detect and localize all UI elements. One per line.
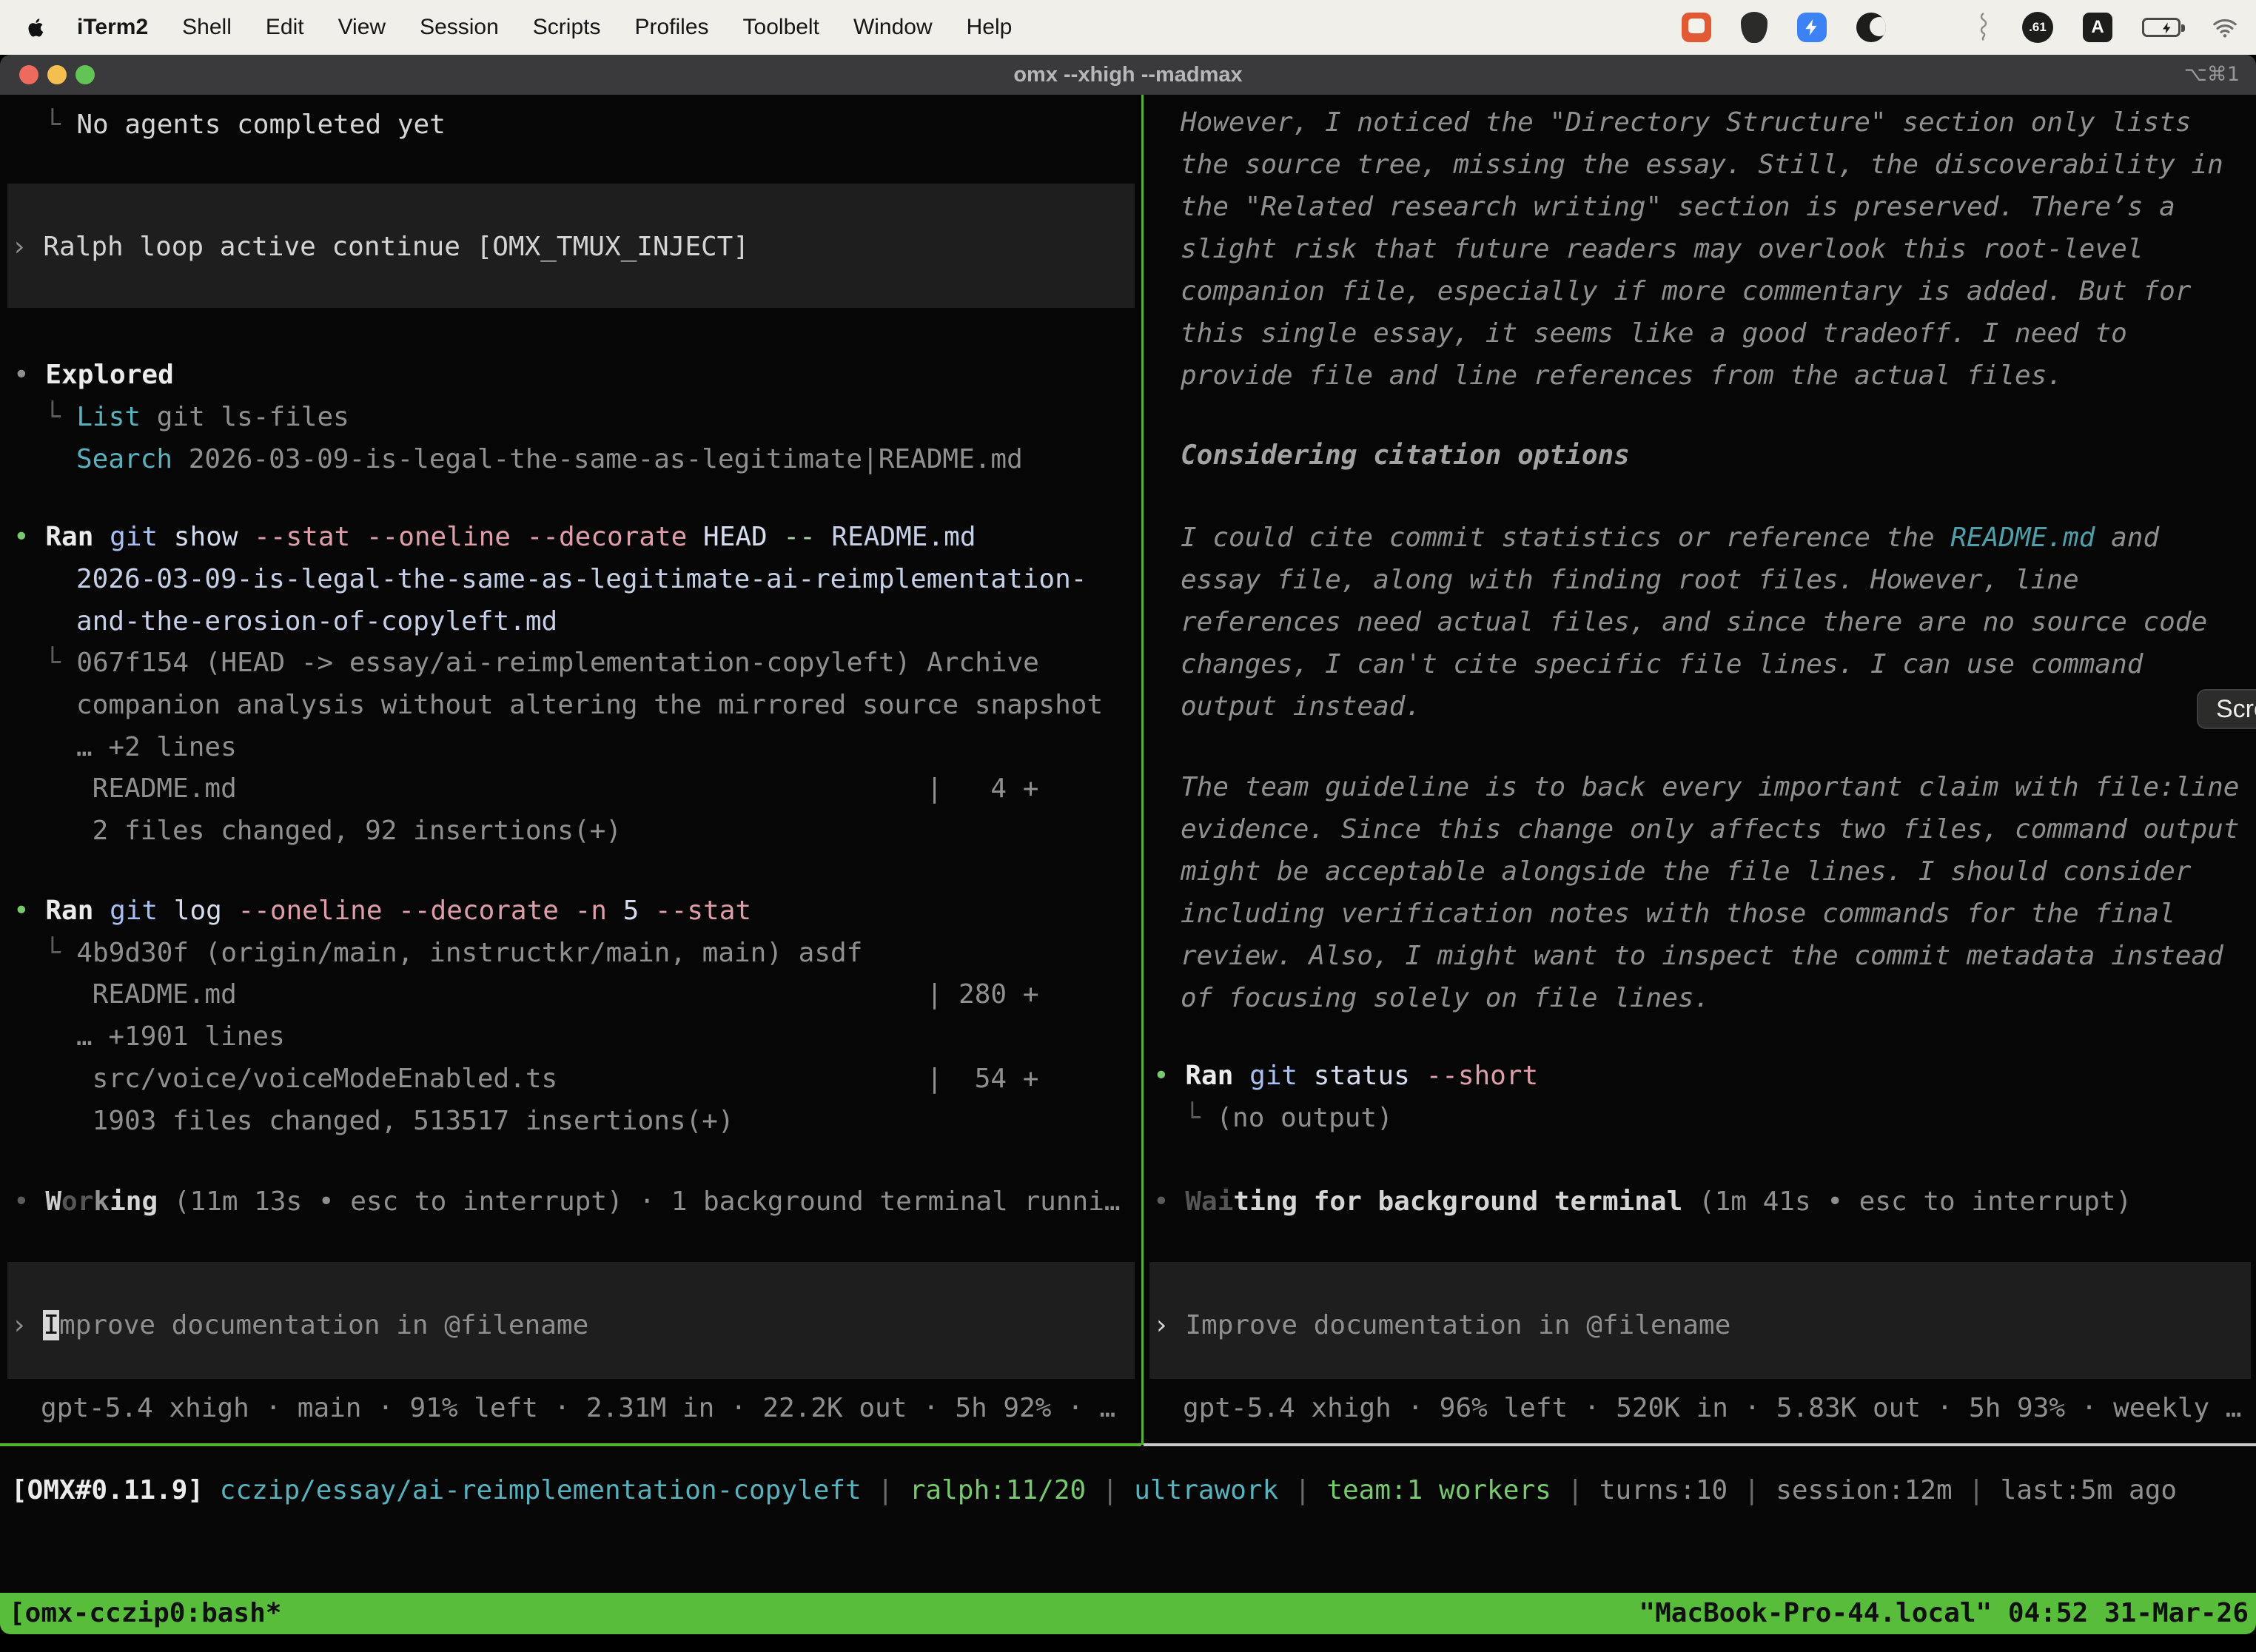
dots-grid-icon[interactable] xyxy=(1916,13,1944,41)
terminal-line: src/voice/voiceModeEnabled.ts | 54 + xyxy=(76,1058,1038,1100)
terminal-line: provide file and line references from th… xyxy=(1181,355,2063,397)
menu-help[interactable]: Help xyxy=(967,15,1013,40)
left-pane-border xyxy=(0,1443,1141,1446)
terminal-line: … +1901 lines xyxy=(76,1015,285,1058)
menu-view[interactable]: View xyxy=(338,15,386,40)
left-prompt-text[interactable]: › Improve documentation in @filename xyxy=(11,1304,588,1346)
terminal-line: 1903 files changed, 513517 insertions(+) xyxy=(76,1100,734,1142)
terminal-line: the "Related research writing" section i… xyxy=(1181,186,2175,228)
terminal-line: essay file, along with finding root file… xyxy=(1181,559,2079,601)
battery-icon[interactable] xyxy=(2142,18,2181,37)
terminal-line: and-the-erosion-of-copyleft.md xyxy=(76,600,557,642)
terminal-line: … +2 lines xyxy=(76,726,237,768)
input-source-icon[interactable]: A xyxy=(2083,13,2112,42)
terminal-line: 2026-03-09-is-legal-the-same-as-legitima… xyxy=(76,558,1087,600)
pane-divider[interactable] xyxy=(1141,95,1144,1445)
terminal-line: of focusing solely on file lines. xyxy=(1181,977,1710,1019)
terminal-line: › Ralph loop active continue [OMX_TMUX_I… xyxy=(11,226,749,268)
terminal-line: • Working (11m 13s • esc to interrupt) ·… xyxy=(13,1181,1121,1223)
terminal-line: • Ran git status --short xyxy=(1153,1055,1538,1097)
apple-menu-icon[interactable] xyxy=(25,16,47,38)
terminal-line: gpt-5.4 xhigh · main · 91% left · 2.31M … xyxy=(41,1387,1115,1429)
window-shortcut-badge: ⌥⌘1 xyxy=(2184,55,2240,95)
menu-profiles[interactable]: Profiles xyxy=(634,15,708,40)
stats-badge-value: .61 xyxy=(2029,20,2047,35)
terminal-line: gpt-5.4 xhigh · 96% left · 520K in · 5.8… xyxy=(1183,1387,2241,1429)
menu-shell[interactable]: Shell xyxy=(182,15,232,40)
screen-share-overlay[interactable]: Scre xyxy=(2197,689,2256,729)
terminal-line: companion file, especially if more comme… xyxy=(1181,270,2191,312)
terminal-line: └ No agents completed yet xyxy=(44,104,446,146)
terminal-line: README.md | 4 + xyxy=(76,768,1038,810)
terminal-line: • Explored xyxy=(13,354,174,396)
menu-session[interactable]: Session xyxy=(420,15,499,40)
terminal-line: companion analysis without altering the … xyxy=(76,684,1103,726)
terminal-line: references need actual files, and since … xyxy=(1181,601,2207,643)
terminal-line: └ 4b9d30f (origin/main, instructkr/main,… xyxy=(44,932,862,974)
menu-bar: iTerm2 Shell Edit View Session Scripts P… xyxy=(0,0,2256,55)
squiggle-icon[interactable] xyxy=(1973,12,1993,43)
terminal-line: I could cite commit statistics or refere… xyxy=(1181,517,2159,559)
terminal-line: output instead. xyxy=(1181,685,1421,728)
terminal-line: However, I noticed the "Directory Struct… xyxy=(1181,101,2191,144)
right-prompt-text[interactable]: › Improve documentation in @filename xyxy=(1153,1304,1730,1346)
terminal-line: └ List git ls-files xyxy=(44,396,349,438)
terminal-line: • Ran git log --oneline --decorate -n 5 … xyxy=(13,890,751,932)
menu-window[interactable]: Window xyxy=(853,15,933,40)
stats-badge-icon[interactable]: .61 xyxy=(2022,12,2053,43)
terminal-line: └ 067f154 (HEAD -> essay/ai-reimplementa… xyxy=(44,642,1039,684)
terminal-line: this single essay, it seems like a good … xyxy=(1181,312,2127,355)
terminal-line: 2 files changed, 92 insertions(+) xyxy=(76,810,622,852)
menu-iterm2[interactable]: iTerm2 xyxy=(77,15,148,40)
tmux-window-label[interactable]: [omx-cczip0:bash* xyxy=(9,1593,281,1634)
tmux-host-clock: "MacBook-Pro-44.local" 04:52 31-Mar-26 xyxy=(1639,1593,2249,1634)
terminal-line: Considering citation options xyxy=(1181,434,1630,477)
overlay-label: Scre xyxy=(2216,695,2256,724)
lightning-app-icon[interactable] xyxy=(1797,13,1827,42)
menu-toolbelt[interactable]: Toolbelt xyxy=(743,15,819,40)
window-title: omx --xhigh --madmax xyxy=(0,55,2256,95)
wifi-icon[interactable] xyxy=(2210,15,2240,40)
terminal-line: changes, I can't cite specific file line… xyxy=(1181,643,2143,685)
terminal-line: • Ran git show --stat --oneline --decora… xyxy=(13,516,976,558)
terminal-line: The team guideline is to back every impo… xyxy=(1181,766,2239,808)
screen-recording-icon[interactable] xyxy=(1682,13,1711,42)
menubar-status-icons: .61 A xyxy=(1682,0,2240,55)
moon-icon[interactable] xyxy=(1856,13,1886,42)
title-bar[interactable]: omx --xhigh --madmax ⌥⌘1 xyxy=(0,55,2256,95)
terminal-line: README.md | 280 + xyxy=(76,973,1038,1015)
shield-grid-icon[interactable] xyxy=(1741,12,1767,43)
terminal-line: including verification notes with those … xyxy=(1181,893,2175,935)
menu-edit[interactable]: Edit xyxy=(266,15,304,40)
terminal-line: review. Also, I might want to inspect th… xyxy=(1181,935,2223,977)
terminal-line: the source tree, missing the essay. Stil… xyxy=(1181,144,2223,186)
terminal-line: evidence. Since this change only affects… xyxy=(1181,808,2239,850)
terminal-line: • Waiting for background terminal (1m 41… xyxy=(1153,1181,2132,1223)
input-source-label: A xyxy=(2091,17,2104,38)
menu-scripts[interactable]: Scripts xyxy=(533,15,601,40)
screen: iTerm2 Shell Edit View Session Scripts P… xyxy=(0,0,2256,1652)
terminal-line: Search 2026-03-09-is-legal-the-same-as-l… xyxy=(76,438,1023,480)
terminal-line: slight risk that future readers may over… xyxy=(1181,228,2143,270)
terminal-line: └ (no output) xyxy=(1184,1097,1393,1139)
tmux-status-bar: [omx-cczip0:bash* "MacBook-Pro-44.local"… xyxy=(0,1593,2256,1634)
terminal-line: might be acceptable alongside the file l… xyxy=(1181,850,2191,893)
omx-status-line: [OMX#0.11.9] cczip/essay/ai-reimplementa… xyxy=(11,1469,2177,1511)
right-pane-border xyxy=(1144,1443,2256,1446)
